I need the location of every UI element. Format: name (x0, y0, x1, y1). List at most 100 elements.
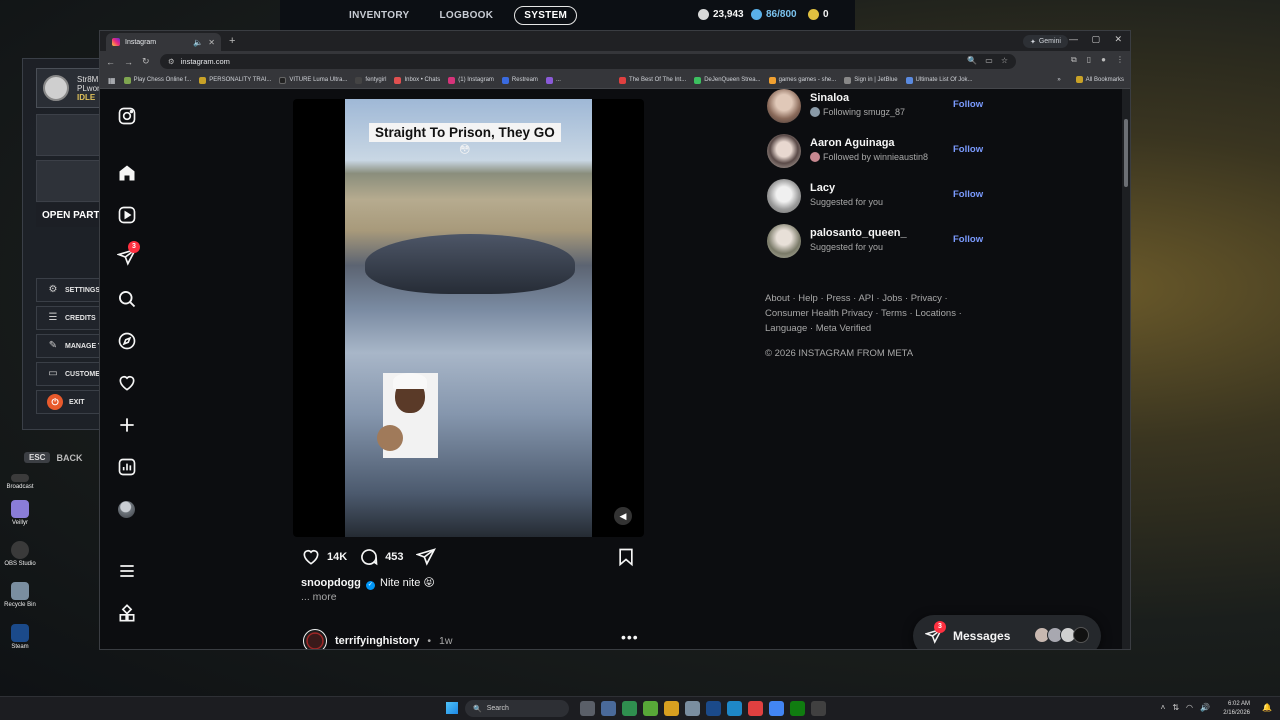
gemini-button[interactable]: ✦ Gemini (1022, 35, 1068, 48)
game-tab-logbook[interactable]: LOGBOOK (431, 7, 503, 24)
bookmark-item[interactable]: fentygirl (355, 76, 386, 84)
also-from-meta-icon[interactable] (117, 604, 137, 624)
apps-grid-icon[interactable]: ▦ (108, 76, 116, 85)
save-bookmark-icon[interactable] (616, 547, 636, 567)
heart-icon[interactable] (117, 373, 137, 393)
mute-icon[interactable]: ◀︎ (614, 507, 632, 525)
app-icon[interactable] (622, 701, 637, 716)
bookmark-item[interactable]: The Best Of The Int... (618, 76, 686, 84)
address-bar[interactable]: ⚙ instagram.com 🔍 ▭ ☆ (160, 54, 1016, 69)
cast-icon[interactable]: ▭ (985, 56, 993, 65)
file-explorer-icon[interactable] (664, 701, 679, 716)
hamburger-menu-icon[interactable] (117, 561, 137, 581)
star-icon[interactable]: ☆ (1001, 56, 1008, 65)
account-icon[interactable]: ● (1101, 55, 1106, 65)
bookmark-item[interactable]: VITURE Luma Ultra... (279, 76, 347, 84)
suggestion-name[interactable]: Lacy (810, 182, 835, 194)
bookmark-item[interactable]: (1) Instagram (448, 76, 494, 84)
messages-button[interactable]: 3 Messages (913, 615, 1101, 649)
follow-button[interactable]: Follow (953, 99, 983, 110)
suggestion-avatar[interactable] (767, 89, 801, 123)
direct-messages-icon[interactable]: 3 (116, 241, 140, 267)
bookmark-item[interactable]: Ultimate List Of Jok... (905, 76, 973, 84)
extensions-icon[interactable]: ⧉ (1071, 55, 1077, 65)
bookmark-item[interactable]: PERSONALITY TRAI... (199, 76, 271, 84)
like-count[interactable]: 14K (327, 551, 347, 563)
suggestion-name[interactable]: palosanto_queen_ (810, 227, 907, 239)
suggestion-name[interactable]: Aaron Aguinaga (810, 137, 895, 149)
create-plus-icon[interactable] (117, 415, 137, 435)
desktop-icon-veillyr[interactable]: Veillyr (4, 500, 36, 526)
browser-menu-icon[interactable]: ⋮ (1116, 55, 1124, 65)
desktop-icon-steam[interactable]: Steam (4, 624, 36, 650)
back-hint[interactable]: ESC BACK (24, 452, 82, 463)
close-tab-icon[interactable]: ✕ (208, 38, 215, 47)
network-icon[interactable]: ⇅ (1172, 703, 1179, 712)
suggestion-avatar[interactable] (767, 179, 801, 213)
reel-video-player[interactable]: Straight To Prison, They GO 😳 ◀︎ (293, 99, 644, 537)
more-options-icon[interactable]: ••• (621, 629, 639, 645)
notifications-icon[interactable]: 🔔 (1262, 703, 1272, 712)
new-tab-icon[interactable]: + (229, 35, 235, 47)
instagram-logo-icon[interactable] (117, 106, 137, 126)
browser-tab-instagram[interactable]: Instagram 🔈 ✕ (106, 33, 221, 51)
all-bookmarks[interactable]: » All Bookmarks (1051, 76, 1124, 83)
app-icon[interactable] (643, 701, 658, 716)
app-icon[interactable] (601, 701, 616, 716)
post-username[interactable]: snoopdogg (301, 577, 361, 589)
zoom-icon[interactable]: 🔍 (967, 56, 977, 65)
share-icon[interactable] (414, 547, 436, 567)
follow-button[interactable]: Follow (953, 144, 983, 155)
chevron-up-icon[interactable]: ˄ (1161, 703, 1166, 712)
bookmark-item[interactable]: ... (545, 76, 561, 84)
reels-icon[interactable] (117, 205, 137, 225)
maximize-icon[interactable]: ▢ (1091, 34, 1100, 45)
xbox-icon[interactable] (790, 701, 805, 716)
bookmark-item[interactable]: Play Chess Online f... (123, 76, 191, 84)
back-arrow-icon[interactable]: ← (106, 57, 115, 67)
home-icon[interactable] (117, 163, 137, 183)
desktop-icon-obs[interactable]: OBS Studio (4, 541, 36, 567)
caption-more-link[interactable]: ... more (301, 591, 337, 603)
bookmark-item[interactable]: DeJenQueen Strea... (694, 76, 761, 84)
chrome-icon[interactable] (769, 701, 784, 716)
game-tab-system[interactable]: SYSTEM (514, 5, 578, 25)
suggestion-avatar[interactable] (767, 224, 801, 258)
sidebar-icon[interactable]: ▯ (1087, 55, 1091, 65)
app-icon[interactable] (685, 701, 700, 716)
reel-video-frame[interactable]: Straight To Prison, They GO 😳 (345, 99, 592, 537)
footer-links[interactable]: About · Help · Press · API · Jobs · Priv… (765, 291, 965, 336)
next-post-avatar[interactable] (303, 629, 327, 649)
taskbar-search[interactable]: 🔍 Search (465, 700, 569, 717)
app-icon[interactable] (748, 701, 763, 716)
page-scrollbar[interactable] (1122, 89, 1130, 649)
follow-button[interactable]: Follow (953, 189, 983, 200)
bookmark-item[interactable]: Sign in | JetBlue (844, 76, 898, 84)
minimize-icon[interactable]: — (1069, 34, 1078, 44)
steam-icon[interactable] (706, 701, 721, 716)
desktop-icon-recycle-bin[interactable]: Recycle Bin (4, 582, 36, 608)
task-view-icon[interactable] (580, 701, 595, 716)
close-window-icon[interactable]: ✕ (1114, 34, 1122, 45)
bookmark-item[interactable]: Inbox • Chats (394, 76, 440, 84)
next-post-username[interactable]: terrifyinghistory (335, 635, 419, 647)
forward-arrow-icon[interactable]: → (124, 57, 133, 67)
desktop-icon-broadcast[interactable]: Broadcast (4, 474, 36, 490)
game-tab-inventory[interactable]: INVENTORY (340, 7, 419, 24)
follow-button[interactable]: Follow (953, 234, 983, 245)
comment-icon[interactable] (359, 547, 379, 567)
reload-icon[interactable]: ↻ (142, 56, 150, 67)
like-heart-icon[interactable] (301, 547, 321, 567)
site-info-icon[interactable]: ⚙ (168, 57, 175, 66)
search-icon[interactable] (117, 289, 137, 309)
wifi-icon[interactable]: ◠ (1186, 703, 1193, 712)
suggestion-avatar[interactable] (767, 134, 801, 168)
windows-start-icon[interactable] (446, 702, 458, 714)
speaker-icon[interactable]: 🔈 (193, 38, 203, 47)
suggestion-name[interactable]: Sinaloa (810, 92, 849, 104)
comment-count[interactable]: 453 (385, 551, 403, 563)
taskbar-clock[interactable]: 6:02 AM 2/16/2026 (1223, 700, 1250, 718)
volume-icon[interactable]: 🔊 (1200, 703, 1210, 712)
explore-icon[interactable] (117, 331, 137, 351)
bookmark-item[interactable]: Restream (501, 76, 538, 84)
